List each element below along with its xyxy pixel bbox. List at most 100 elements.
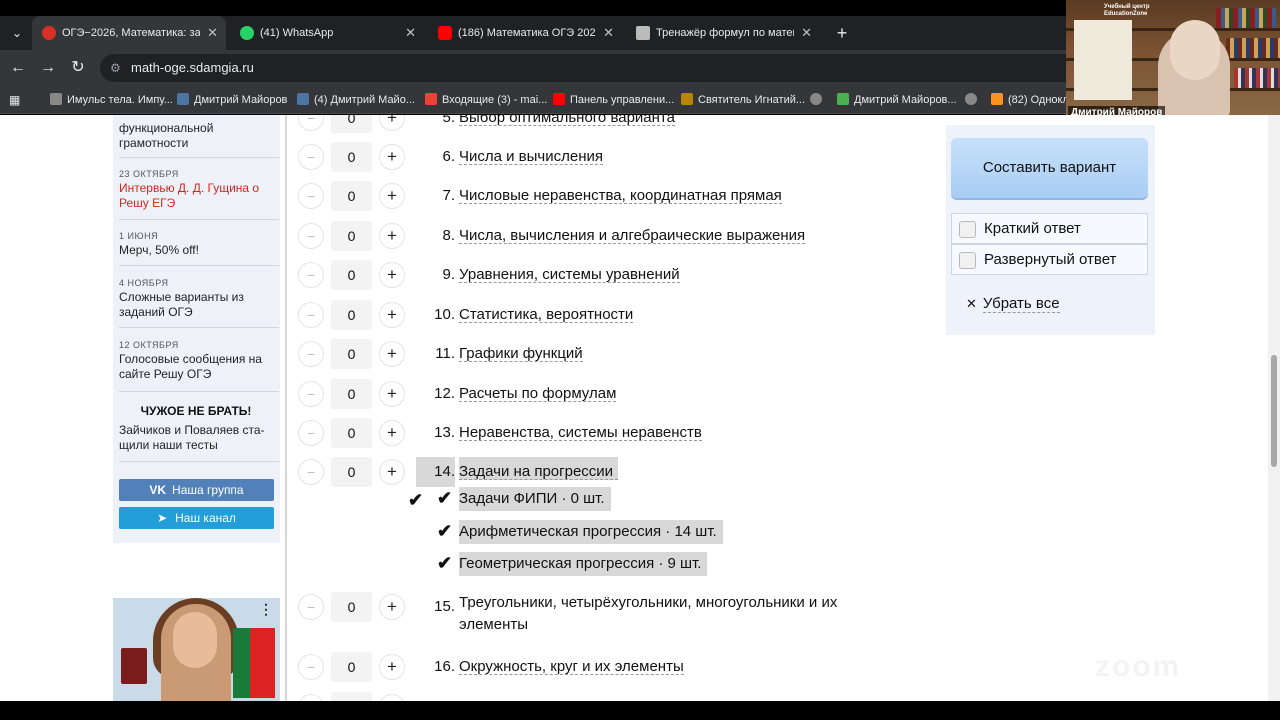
close-tab-icon[interactable]: ✕ [603, 16, 614, 50]
increment-button[interactable]: + [379, 302, 405, 328]
tab-oge-math[interactable]: ОГЭ−2026, Математика: задан ✕ [32, 16, 226, 50]
increment-button[interactable]: + [379, 223, 405, 249]
decrement-button[interactable]: − [298, 381, 324, 407]
topic-label[interactable]: Числа и вычисления [459, 142, 604, 165]
check-icon[interactable]: ✔ [437, 487, 457, 509]
telegram-channel-button[interactable]: ➤ Наш канал [119, 507, 274, 529]
news-item[interactable]: 23 ОКТЯБРЯ Интервью Д. Д. Гущина о Решу … [119, 169, 279, 211]
news-text[interactable]: Интервью Д. Д. Гущина о Решу ЕГЭ [119, 181, 279, 211]
tab-whatsapp[interactable]: (41) WhatsApp ✕ [230, 16, 424, 50]
increment-button[interactable]: + [379, 144, 405, 170]
count-value[interactable]: 0 [331, 592, 372, 622]
bookmark-item[interactable]: Имульс тела. Импу... [50, 86, 173, 114]
checkbox-box[interactable] [959, 221, 976, 238]
count-value[interactable] [331, 692, 372, 701]
decrement-button[interactable]: − [298, 262, 324, 288]
topic-label[interactable]: Расчеты по формулам [459, 379, 617, 402]
increment-button[interactable]: + [379, 115, 405, 131]
decrement-button[interactable]: − [298, 694, 324, 701]
topic-label[interactable]: Числовые неравенства, координатная пряма… [459, 181, 782, 204]
news-text[interactable]: Сложные варианты из заданий ОГЭ [119, 290, 279, 320]
count-value[interactable]: 0 [331, 260, 372, 290]
news-item[interactable]: 1 ИЮНЯ Мерч, 50% off! [119, 231, 279, 258]
news-text[interactable]: Голосовые сообщения на сайте Решу ОГЭ [119, 352, 279, 382]
decrement-button[interactable]: − [298, 115, 324, 131]
tab-formula-trainer[interactable]: Тренажёр формул по матема ✕ [626, 16, 820, 50]
bookmark-item[interactable]: (4) Дмитрий Майо... [297, 86, 415, 114]
count-value[interactable]: 0 [331, 221, 372, 251]
bookmark-item[interactable]: Дмитрий Майоров... [837, 86, 957, 114]
vk-group-button[interactable]: VK Наша группа [119, 479, 274, 501]
bookmark-item[interactable]: Панель управлени... [553, 86, 674, 114]
check-icon[interactable]: ✔ [437, 552, 457, 574]
apps-grid-icon[interactable]: ▦ [9, 93, 23, 107]
count-value[interactable]: 0 [331, 652, 372, 682]
topic-label[interactable]: Задачи на прогрессии [459, 457, 619, 480]
close-tab-icon[interactable]: ✕ [801, 16, 812, 50]
increment-button[interactable]: + [379, 183, 405, 209]
topic-label[interactable]: Окружность, круг и их элементы [459, 652, 684, 675]
forward-arrow-icon[interactable]: → [38, 58, 58, 78]
page-scrollbar[interactable] [1268, 115, 1280, 701]
check-icon[interactable]: ✔ [437, 520, 457, 542]
bookmark-item[interactable]: Святитель Игнатий... [681, 86, 805, 114]
scrollbar-thumb[interactable] [1271, 355, 1277, 467]
news-item[interactable]: функциональной грамотности [119, 119, 279, 151]
ad-banner[interactable]: ⋮ [113, 598, 280, 701]
increment-button[interactable]: + [379, 420, 405, 446]
make-variant-button[interactable]: Составить вариант [951, 138, 1148, 198]
increment-button[interactable]: + [379, 594, 405, 620]
bookmark-item[interactable]: (82) Однокла [991, 86, 1075, 114]
news-item[interactable]: 12 ОКТЯБРЯ Голосовые сообщения на сайте … [119, 340, 279, 382]
more-options-icon[interactable]: ⋮ [259, 602, 273, 616]
back-arrow-icon[interactable]: ← [8, 58, 28, 78]
increment-button[interactable]: + [379, 262, 405, 288]
close-tab-icon[interactable]: ✕ [207, 16, 218, 50]
bookmark-item[interactable]: Входящие (3) - mai... [425, 86, 547, 114]
topic-label[interactable]: Треугольники, четырёхугольники, многоуго… [459, 592, 899, 636]
new-tab-button[interactable]: + [832, 16, 852, 50]
count-value[interactable]: 0 [331, 142, 372, 172]
checkbox-box[interactable] [959, 252, 976, 269]
site-info-icon[interactable]: ⚙ [110, 60, 126, 76]
count-value[interactable]: 0 [331, 115, 372, 133]
news-text[interactable]: Мерч, 50% off! [119, 243, 279, 258]
decrement-button[interactable]: − [298, 459, 324, 485]
decrement-button[interactable]: − [298, 302, 324, 328]
bookmark-item[interactable]: Дмитрий Майоров [177, 86, 287, 114]
topic-label[interactable]: Уравнения, системы уравнений [459, 260, 680, 283]
count-value[interactable]: 0 [331, 418, 372, 448]
decrement-button[interactable]: − [298, 223, 324, 249]
topic-label[interactable]: Графики функций [459, 339, 583, 362]
address-bar[interactable]: ⚙ math-oge.sdamgia.ru [100, 54, 1100, 82]
tab-search-chevron-icon[interactable]: ⌄ [6, 22, 28, 44]
decrement-button[interactable]: − [298, 654, 324, 680]
increment-button[interactable]: + [379, 341, 405, 367]
count-value[interactable]: 0 [331, 300, 372, 330]
tab-youtube[interactable]: (186) Математика ОГЭ 2026. З ✕ [428, 16, 622, 50]
full-answer-checkbox[interactable]: Развернутый ответ [951, 244, 1148, 275]
count-value[interactable]: 0 [331, 339, 372, 369]
decrement-button[interactable]: − [298, 594, 324, 620]
increment-button[interactable]: + [379, 459, 405, 485]
decrement-button[interactable]: − [298, 420, 324, 446]
increment-button[interactable]: + [379, 694, 405, 701]
decrement-button[interactable]: − [298, 341, 324, 367]
bookmark-item[interactable] [965, 86, 982, 114]
reload-icon[interactable]: ↻ [68, 58, 88, 78]
topic-label[interactable]: Неравенства, системы неравенств [459, 418, 702, 441]
count-value[interactable]: 0 [331, 457, 372, 487]
count-value[interactable]: 0 [331, 379, 372, 409]
increment-button[interactable]: + [379, 381, 405, 407]
bookmark-item[interactable] [810, 86, 827, 114]
select-all-check-icon[interactable]: ✔ [408, 489, 428, 511]
topic-label[interactable]: Статистика, вероятности [459, 300, 634, 323]
short-answer-checkbox[interactable]: Краткий ответ [951, 213, 1148, 244]
close-tab-icon[interactable]: ✕ [405, 16, 416, 50]
topic-label[interactable]: Числа, вычисления и алгебраические выраж… [459, 221, 806, 244]
count-value[interactable]: 0 [331, 181, 372, 211]
increment-button[interactable]: + [379, 654, 405, 680]
topic-label[interactable]: Выбор оптимального варианта [459, 115, 675, 126]
decrement-button[interactable]: − [298, 144, 324, 170]
news-item[interactable]: 4 НОЯБРЯ Сложные варианты из заданий ОГЭ [119, 278, 279, 320]
